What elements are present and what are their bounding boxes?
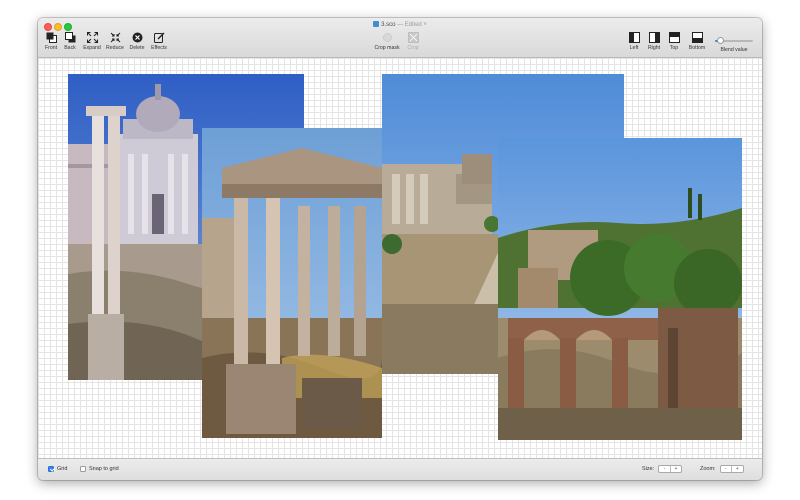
temple-saturn-image: [202, 128, 382, 438]
back-button[interactable]: Back: [61, 32, 79, 51]
zoom-stepper[interactable]: - +: [719, 465, 744, 473]
send-back-icon: [64, 32, 76, 43]
photo-temple-saturn[interactable]: [202, 128, 382, 438]
crop-mask-icon: [382, 32, 393, 43]
effects-button[interactable]: Effects: [148, 32, 170, 51]
align-right-button[interactable]: Right: [645, 32, 663, 51]
size-label: Size:: [642, 466, 655, 472]
blend-slider[interactable]: [715, 37, 753, 44]
size-decrease-button[interactable]: -: [659, 466, 671, 472]
effects-icon: [153, 32, 165, 43]
crop-icon: [407, 32, 419, 43]
front-button[interactable]: Front: [41, 32, 61, 51]
photo-forum-arches[interactable]: [498, 138, 742, 440]
align-bottom-icon: [691, 32, 703, 43]
blend-slider-knob[interactable]: [717, 37, 725, 44]
bring-front-icon: [46, 32, 57, 43]
size-control: Size: - +: [642, 465, 683, 473]
align-bottom-button[interactable]: Bottom: [685, 32, 709, 51]
zoom-label: Zoom:: [700, 466, 716, 472]
collage-canvas[interactable]: [38, 58, 762, 458]
zoom-increase-button[interactable]: +: [732, 466, 743, 472]
size-increase-button[interactable]: +: [671, 466, 682, 472]
delete-button[interactable]: Delete: [127, 32, 147, 51]
reduce-icon: [110, 32, 121, 43]
crop-mask-button[interactable]: Crop mask: [372, 32, 402, 51]
window-title: 3.sco — Edited ˅: [38, 21, 762, 28]
forum-arches-image: [498, 138, 742, 440]
size-stepper[interactable]: - +: [658, 465, 683, 473]
delete-icon: [132, 32, 143, 43]
expand-button[interactable]: Expand: [81, 32, 103, 51]
align-top-button[interactable]: Top: [666, 32, 682, 51]
grid-checkbox-box[interactable]: [48, 466, 54, 472]
reduce-button[interactable]: Reduce: [104, 32, 126, 51]
snap-checkbox-box[interactable]: [80, 466, 86, 472]
app-window: 3.sco — Edited ˅ Front Back Expand Reduc…: [38, 18, 762, 480]
zoom-control: Zoom: - +: [700, 465, 744, 473]
grid-checkbox[interactable]: Grid: [48, 466, 67, 472]
edited-indicator[interactable]: — Edited ˅: [397, 22, 427, 28]
blend-value-label: Blend value: [720, 47, 748, 53]
snap-to-grid-checkbox[interactable]: Snap to grid: [80, 466, 119, 472]
align-top-icon: [668, 32, 680, 43]
toolbar: 3.sco — Edited ˅ Front Back Expand Reduc…: [38, 18, 762, 58]
crop-button[interactable]: Crop: [404, 32, 422, 51]
document-icon: [373, 21, 380, 27]
align-left-icon: [628, 32, 640, 43]
expand-icon: [86, 32, 98, 43]
align-right-icon: [648, 32, 660, 43]
zoom-decrease-button[interactable]: -: [721, 466, 733, 472]
align-left-button[interactable]: Left: [626, 32, 642, 51]
status-bar: Grid Snap to grid Size: - + Zoom: - +: [38, 458, 762, 480]
